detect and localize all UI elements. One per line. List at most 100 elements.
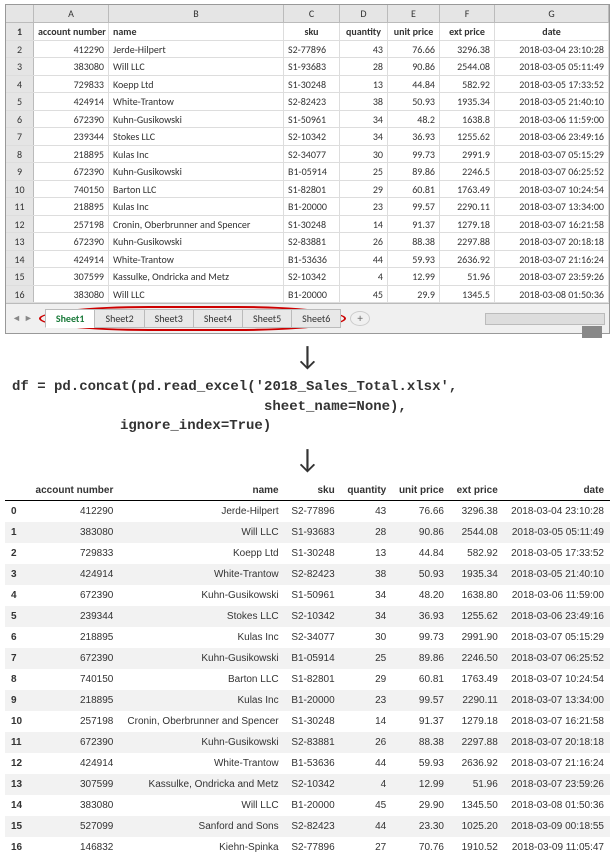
sheet-tab-2[interactable]: Sheet2 <box>94 309 144 328</box>
cell[interactable]: 740150 <box>34 181 109 198</box>
cell[interactable]: B1-53636 <box>284 251 340 268</box>
cell[interactable]: account number <box>34 23 109 40</box>
row-number[interactable]: 8 <box>6 146 34 163</box>
cell[interactable]: 2018-03-06 23:49:16 <box>495 128 609 145</box>
row-number[interactable]: 15 <box>6 268 34 285</box>
cell[interactable]: 30 <box>340 146 388 163</box>
cell[interactable]: 2018-03-07 05:15:29 <box>495 146 609 163</box>
col-header-F[interactable]: F <box>440 5 495 23</box>
cell[interactable]: 582.92 <box>440 76 495 93</box>
sheet-tab-6[interactable]: Sheet6 <box>291 309 341 328</box>
cell[interactable]: 2018-03-04 23:10:28 <box>495 41 609 58</box>
tab-nav-first-icon[interactable]: ◄ <box>12 313 21 324</box>
row-number[interactable]: 11 <box>6 198 34 215</box>
row-number[interactable]: 2 <box>6 41 34 58</box>
cell[interactable]: 34 <box>340 111 388 128</box>
cell[interactable]: 257198 <box>34 216 109 233</box>
cell[interactable]: 44.84 <box>388 76 440 93</box>
cell[interactable]: 672390 <box>34 233 109 250</box>
sheet-tab-1[interactable]: Sheet1 <box>45 309 96 328</box>
cell[interactable]: 1279.18 <box>440 216 495 233</box>
cell[interactable]: 2018-03-08 01:50:36 <box>495 286 609 303</box>
cell[interactable]: B1-20000 <box>284 198 340 215</box>
cell[interactable]: 89.86 <box>388 163 440 180</box>
cell[interactable]: 424914 <box>34 251 109 268</box>
col-header-A[interactable]: A <box>34 5 109 23</box>
row-number[interactable]: 3 <box>6 58 34 75</box>
cell[interactable]: 59.93 <box>388 251 440 268</box>
cell[interactable]: 45 <box>340 286 388 303</box>
cell[interactable]: Kuhn-Gusikowski <box>109 111 284 128</box>
cell[interactable]: Koepp Ltd <box>109 76 284 93</box>
cell[interactable]: 1345.5 <box>440 286 495 303</box>
cell[interactable]: S1-30248 <box>284 76 340 93</box>
cell[interactable]: 4 <box>340 268 388 285</box>
cell[interactable]: White-Trantow <box>109 93 284 110</box>
cell[interactable]: Will LLC <box>109 58 284 75</box>
cell[interactable]: 3296.38 <box>440 41 495 58</box>
cell[interactable]: Barton LLC <box>109 181 284 198</box>
cell[interactable]: S1-50961 <box>284 111 340 128</box>
cell[interactable]: B1-05914 <box>284 163 340 180</box>
cell[interactable]: 1763.49 <box>440 181 495 198</box>
cell[interactable]: 2018-03-07 13:34:00 <box>495 198 609 215</box>
cell[interactable]: 23 <box>340 198 388 215</box>
horizontal-scrollbar[interactable] <box>485 313 605 325</box>
cell[interactable]: 48.2 <box>388 111 440 128</box>
cell[interactable]: 2018-03-05 17:33:52 <box>495 76 609 93</box>
cell[interactable]: S2-83881 <box>284 233 340 250</box>
cell[interactable]: 2636.92 <box>440 251 495 268</box>
cell[interactable]: S1-93683 <box>284 58 340 75</box>
cell[interactable]: 1255.62 <box>440 128 495 145</box>
cell[interactable]: 218895 <box>34 146 109 163</box>
cell[interactable]: B1-20000 <box>284 286 340 303</box>
cell[interactable]: 383080 <box>34 286 109 303</box>
cell[interactable]: 2018-03-07 06:25:52 <box>495 163 609 180</box>
cell[interactable]: S2-34077 <box>284 146 340 163</box>
cell[interactable]: 2018-03-07 20:18:18 <box>495 233 609 250</box>
row-number[interactable]: 14 <box>6 251 34 268</box>
cell[interactable]: 412290 <box>34 41 109 58</box>
cell[interactable]: 26 <box>340 233 388 250</box>
tab-nav-next-icon[interactable]: ► <box>24 313 33 324</box>
cell[interactable]: 88.38 <box>388 233 440 250</box>
cell[interactable]: S1-30248 <box>284 216 340 233</box>
cell[interactable]: Will LLC <box>109 286 284 303</box>
cell[interactable]: 2018-03-07 10:24:54 <box>495 181 609 198</box>
cell[interactable]: 25 <box>340 163 388 180</box>
cell[interactable]: 14 <box>340 216 388 233</box>
row-number[interactable]: 5 <box>6 93 34 110</box>
cell[interactable]: 729833 <box>34 76 109 93</box>
cell[interactable]: 2290.11 <box>440 198 495 215</box>
cell[interactable]: S2-10342 <box>284 128 340 145</box>
sheet-tab-3[interactable]: Sheet3 <box>144 309 194 328</box>
cell[interactable]: ext price <box>440 23 495 40</box>
cell[interactable]: Stokes LLC <box>109 128 284 145</box>
cell[interactable]: 51.96 <box>440 268 495 285</box>
cell[interactable]: 2018-03-07 23:59:26 <box>495 268 609 285</box>
cell[interactable]: 60.81 <box>388 181 440 198</box>
cell[interactable]: 1935.34 <box>440 93 495 110</box>
cell[interactable]: 2018-03-07 21:16:24 <box>495 251 609 268</box>
cell[interactable]: Kulas Inc <box>109 198 284 215</box>
cell[interactable]: 218895 <box>34 198 109 215</box>
cell[interactable]: Jerde-Hilpert <box>109 41 284 58</box>
cell[interactable]: Kuhn-Gusikowski <box>109 163 284 180</box>
cell[interactable]: 29.9 <box>388 286 440 303</box>
cell[interactable]: Kulas Inc <box>109 146 284 163</box>
cell[interactable]: name <box>109 23 284 40</box>
cell[interactable]: 2246.5 <box>440 163 495 180</box>
row-number[interactable]: 10 <box>6 181 34 198</box>
row-number[interactable]: 4 <box>6 76 34 93</box>
cell[interactable]: 34 <box>340 128 388 145</box>
row-number[interactable]: 1 <box>6 23 34 40</box>
cell[interactable]: 43 <box>340 41 388 58</box>
row-number[interactable]: 7 <box>6 128 34 145</box>
cell[interactable]: Kuhn-Gusikowski <box>109 233 284 250</box>
cell[interactable]: S2-82423 <box>284 93 340 110</box>
cell[interactable]: S2-10342 <box>284 268 340 285</box>
cell[interactable]: 672390 <box>34 163 109 180</box>
row-number[interactable]: 9 <box>6 163 34 180</box>
cell[interactable]: 99.57 <box>388 198 440 215</box>
excel-grid[interactable]: 1account numbernameskuquantityunit price… <box>6 23 609 303</box>
